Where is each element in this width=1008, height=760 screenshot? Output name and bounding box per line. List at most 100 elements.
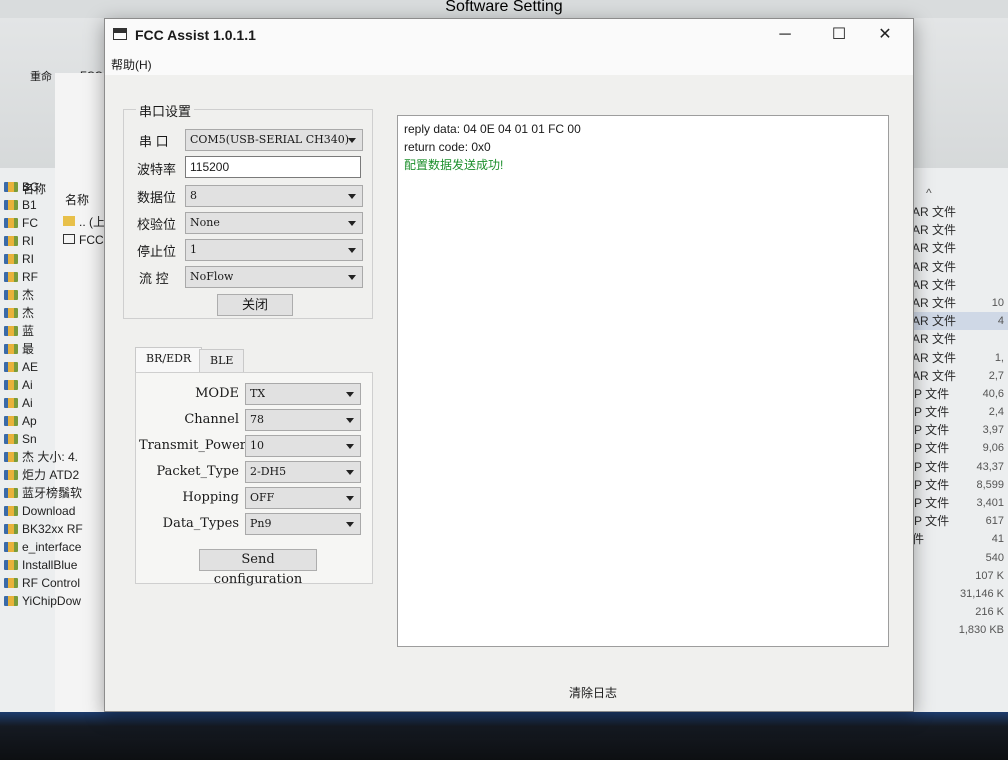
chevron-down-icon (346, 392, 354, 397)
databits-label: 数据位 (137, 190, 177, 205)
file-size: 43,37 (976, 460, 1004, 473)
chevron-down-icon (346, 418, 354, 423)
maximize-button[interactable]: ☐ (817, 23, 861, 49)
baud-label: 波特率 (137, 162, 177, 177)
menu-bar: 帮助(H) (105, 53, 913, 75)
data-types-label: Data_Types (162, 516, 239, 531)
list-item-label: BC (22, 180, 39, 194)
parity-select[interactable]: None (185, 212, 363, 234)
zip-archive-icon (4, 362, 18, 372)
zip-archive-icon (4, 452, 18, 462)
chevron-down-icon (348, 248, 356, 253)
list-item-label: RI (22, 252, 34, 266)
minimize-button[interactable]: ─ (763, 23, 807, 49)
packet-type-select[interactable]: 2-DH5 (245, 461, 361, 483)
list-item-label: Ai (22, 396, 33, 410)
parity-label: 校验位 (137, 217, 177, 232)
image-file-icon (4, 506, 18, 516)
transmit-power-value: 10 (250, 439, 264, 452)
title-bar[interactable]: FCC Assist 1.0.1.1 ─ ☐ ✕ (105, 19, 913, 53)
rar-archive-icon (4, 272, 18, 282)
list-item-label: e_interface (22, 540, 82, 554)
sort-ascending-icon[interactable]: ^ (926, 186, 932, 200)
rar-archive-icon (4, 218, 18, 228)
hopping-label: Hopping (182, 490, 239, 505)
file-size: 3,97 (982, 424, 1004, 437)
flow-value: NoFlow (190, 270, 234, 283)
databits-value: 8 (190, 189, 197, 202)
file-size: 540 (985, 551, 1004, 564)
channel-select[interactable]: 78 (245, 409, 361, 431)
app-window-icon (113, 28, 127, 40)
zip-archive-icon (4, 470, 18, 480)
menu-help[interactable]: 帮助(H) (111, 56, 152, 73)
file-size: 1,830 KB (958, 624, 1004, 637)
file-size: 1, (994, 351, 1004, 364)
flow-select[interactable]: NoFlow (185, 266, 363, 288)
protocol-tabs: BR/EDR BLE (135, 347, 373, 373)
file-size: 2,4 (988, 406, 1004, 419)
hopping-select[interactable]: OFF (245, 487, 361, 509)
data-types-select[interactable]: Pn9 (245, 513, 361, 535)
data-types-value: Pn9 (250, 517, 272, 530)
transmit-power-select[interactable]: 10 (245, 435, 361, 457)
program-icon (4, 578, 18, 588)
packet-type-value: 2-DH5 (250, 465, 287, 478)
chevron-down-icon (348, 221, 356, 226)
stopbits-select[interactable]: 1 (185, 239, 363, 261)
file-size: 10 (991, 296, 1004, 309)
file-size: 8,599 (976, 478, 1004, 491)
rar-archive-icon (4, 200, 18, 210)
list-item-label: 蓝牙榜鬚软 (22, 486, 83, 500)
port-select[interactable]: COM5(USB-SERIAL CH340) (185, 129, 363, 151)
port-value: COM5(USB-SERIAL CH340) (190, 133, 350, 146)
list-item-label: YiChipDow (22, 594, 81, 608)
file-size: 216 K (975, 606, 1004, 619)
list-item-label: 最 (22, 342, 35, 356)
parity-value: None (190, 216, 220, 229)
chevron-down-icon (346, 522, 354, 527)
list-item-label: B1 (22, 198, 37, 212)
hopping-value: OFF (250, 491, 275, 504)
rar-archive-icon (4, 326, 18, 336)
zip-archive-icon (4, 416, 18, 426)
list-item-label: AE (22, 360, 39, 374)
chevron-down-icon (348, 275, 356, 280)
send-configuration-button[interactable]: Send configuration (199, 549, 317, 587)
databits-select[interactable]: 8 (185, 185, 363, 207)
program-icon (4, 596, 18, 606)
chevron-down-icon (346, 496, 354, 501)
chevron-down-icon (348, 138, 356, 143)
rar-archive-icon (4, 254, 18, 264)
list-item-label: 杰 (22, 288, 35, 302)
tab-br-edr[interactable]: BR/EDR (135, 347, 203, 373)
channel-label: Channel (184, 412, 239, 427)
tab-ble[interactable]: BLE (199, 349, 245, 373)
file-size: 107 K (975, 569, 1004, 582)
clear-log-button[interactable]: 清除日志 (543, 683, 643, 703)
baud-input[interactable]: 115200 (185, 156, 361, 178)
file-size: 9,06 (982, 442, 1004, 455)
list-item-label: RF (22, 270, 38, 284)
channel-value: 78 (250, 413, 264, 426)
file-size: 31,146 K (959, 587, 1004, 600)
close-button[interactable]: ✕ (863, 23, 907, 49)
list-item-label: 蓝 (22, 324, 35, 338)
rar-archive-icon (4, 344, 18, 354)
file-size: 2,7 (988, 369, 1004, 382)
program-icon (4, 542, 18, 552)
log-output[interactable]: reply data: 04 0E 04 01 01 FC 00 return … (397, 115, 889, 647)
mode-select[interactable]: TX (245, 383, 361, 405)
chevron-down-icon (348, 194, 356, 199)
list-item-label: Sn (22, 432, 37, 446)
list-item-label: 炬力 ATD2 (22, 468, 80, 482)
background-rename-label: 重命 (30, 71, 52, 83)
screenshot-caption: Software Setting (445, 0, 563, 15)
stopbits-value: 1 (190, 243, 197, 256)
file-size: 40,6 (982, 387, 1004, 400)
close-port-button[interactable]: 关闭 (217, 294, 293, 316)
rar-archive-icon (4, 290, 18, 300)
list-item-label: 杰 大小: 4. (22, 450, 79, 464)
file-size: 617 (985, 515, 1004, 528)
zip-archive-icon (4, 398, 18, 408)
